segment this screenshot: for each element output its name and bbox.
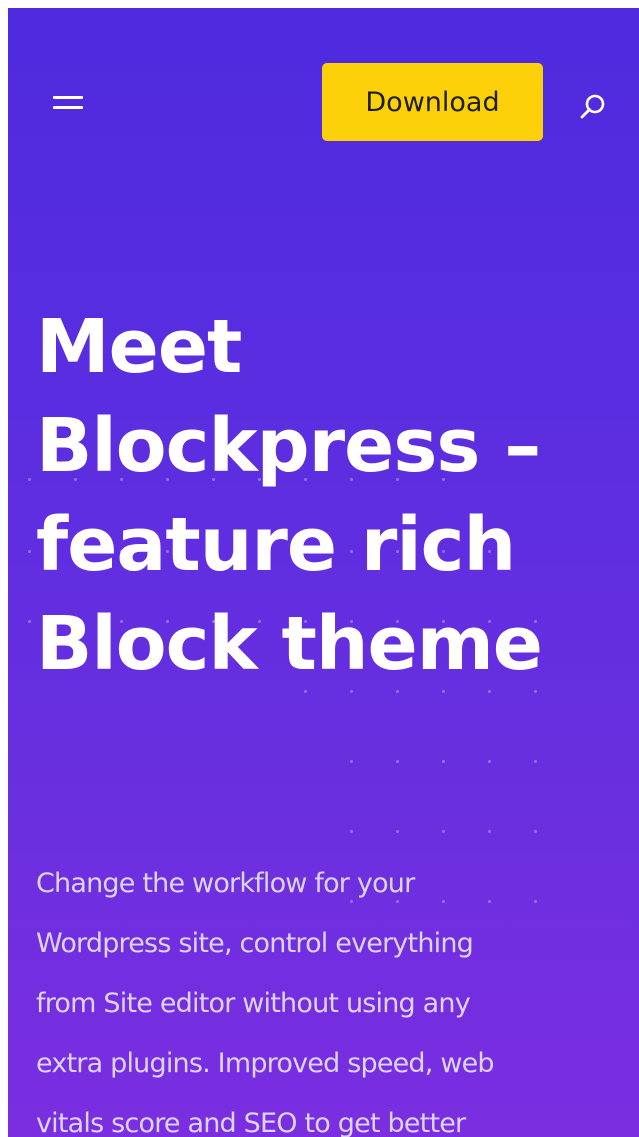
hero-title: Meet Blockpress – feature rich Block the…: [36, 298, 636, 694]
hero-section: Download Meet Blockpress – feature rich …: [8, 8, 639, 1137]
hero-title-line: Meet: [36, 304, 242, 390]
hero-description-line: Change the workflow for your: [36, 868, 415, 899]
hero-description-line: from Site editor without using any: [36, 988, 471, 1019]
decorative-dot: [442, 760, 445, 763]
download-button[interactable]: Download: [322, 63, 543, 141]
decorative-dot: [28, 478, 31, 481]
decorative-dot: [396, 830, 399, 833]
decorative-dot: [28, 620, 31, 623]
decorative-dot: [350, 760, 353, 763]
decorative-dot: [488, 830, 491, 833]
decorative-dot: [488, 760, 491, 763]
hero-description-line: vitals score and SEO to get better: [36, 1108, 466, 1137]
decorative-dot: [350, 830, 353, 833]
hero-title-line: Blockpress –: [36, 403, 541, 489]
hero-title-line: feature rich: [36, 502, 516, 588]
decorative-dot: [534, 830, 537, 833]
hamburger-menu-icon[interactable]: [53, 96, 83, 118]
decorative-dot: [442, 830, 445, 833]
search-icon[interactable]: [578, 92, 608, 122]
decorative-dot: [396, 760, 399, 763]
decorative-dot: [28, 550, 31, 553]
hero-title-line: Block theme: [36, 601, 543, 687]
hero-description-line: extra plugins. Improved speed, web: [36, 1048, 495, 1079]
hero-description-line: Wordpress site, control everything: [36, 928, 474, 959]
decorative-dot: [534, 760, 537, 763]
hero-description: Change the workflow for your Wordpress s…: [36, 854, 636, 1137]
